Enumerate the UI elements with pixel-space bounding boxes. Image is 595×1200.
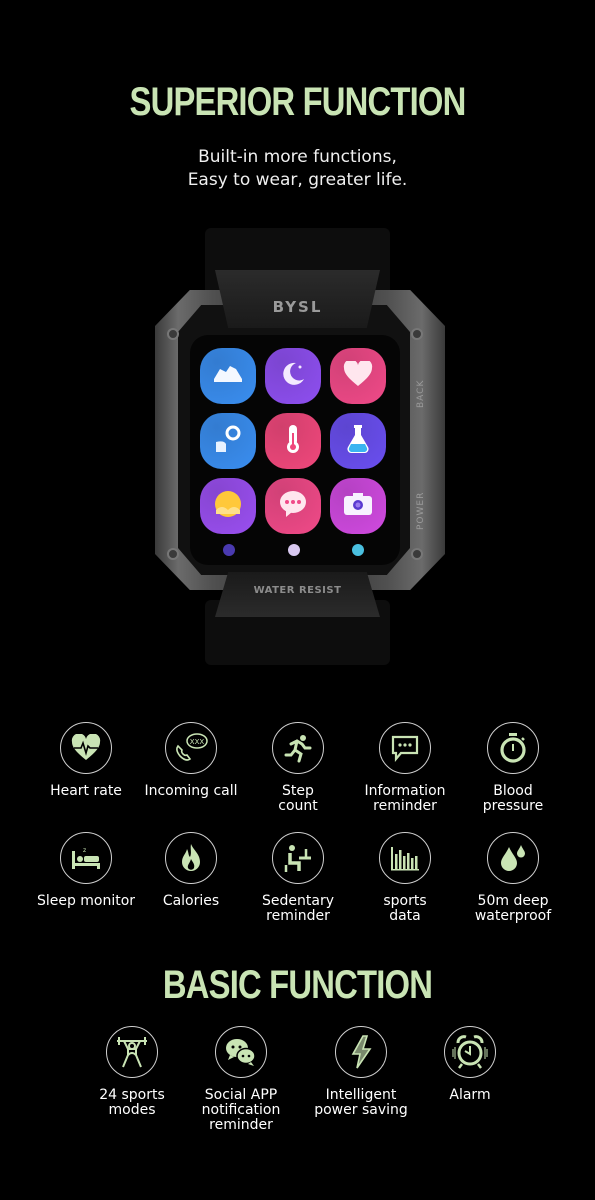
- feature-item: z Sleep monitor: [31, 832, 141, 909]
- app-message[interactable]: [265, 478, 321, 534]
- feature-icon-circle: [60, 722, 112, 774]
- app-camera[interactable]: [330, 478, 386, 534]
- feature-label: Blood pressure: [482, 783, 544, 814]
- screw: [167, 548, 179, 560]
- stopwatch-icon: [498, 732, 528, 764]
- feature-icon-circle: z: [60, 832, 112, 884]
- feature-item: Social APP notification reminder: [186, 1026, 296, 1133]
- app-dumbbell-arm[interactable]: [200, 413, 256, 469]
- heart-icon: [343, 359, 373, 391]
- incoming-call-icon: XXX: [173, 732, 209, 764]
- power-button-label: POWER: [416, 491, 426, 530]
- feature-item: XXX Incoming call: [136, 722, 246, 799]
- sneaker-icon: [212, 363, 244, 389]
- weightlifting-icon: [115, 1034, 149, 1070]
- feature-label: Calories: [162, 893, 220, 909]
- feature-item: Blood pressure: [458, 722, 568, 814]
- svg-text:XXX: XXX: [190, 738, 205, 746]
- heart-rate-icon: [71, 734, 101, 762]
- feature-item: Calories: [136, 832, 246, 909]
- sleep-bed-icon: z: [70, 845, 102, 871]
- basic-function-title: BASIC FUNCTION: [162, 963, 433, 1007]
- photos-icon: [212, 488, 244, 524]
- feature-label: Intelligent power saving: [314, 1087, 408, 1118]
- flame-icon: [178, 842, 204, 874]
- app-flask[interactable]: [330, 413, 386, 469]
- compass-icon[interactable]: [223, 544, 235, 556]
- svg-text:z: z: [83, 847, 86, 854]
- watch-brand: BYSL: [272, 298, 323, 316]
- feature-label: Incoming call: [144, 783, 238, 799]
- message-icon: [390, 734, 420, 762]
- app-moon[interactable]: [265, 348, 321, 404]
- feature-item: sports data: [350, 832, 460, 924]
- flask-icon: [345, 424, 371, 458]
- feature-label: Heart rate: [50, 783, 122, 799]
- feature-label: sports data: [383, 893, 427, 924]
- feature-icon-circle: [487, 722, 539, 774]
- feature-item: Intelligent power saving: [306, 1026, 416, 1118]
- feature-item: Alarm: [415, 1026, 525, 1103]
- feature-icon-circle: [106, 1026, 158, 1078]
- feature-label: 24 sports modes: [99, 1087, 165, 1118]
- feature-item: Heart rate: [31, 722, 141, 799]
- sitting-icon: [283, 843, 313, 873]
- feature-label: Alarm: [449, 1087, 491, 1103]
- feature-icon-circle: [272, 722, 324, 774]
- feature-item: Information reminder: [350, 722, 460, 814]
- feature-icon-circle: [379, 832, 431, 884]
- thermometer-icon: [282, 423, 304, 459]
- app-heart[interactable]: [330, 348, 386, 404]
- running-icon: [283, 733, 313, 763]
- bar-chart-icon: [389, 844, 421, 872]
- app-photos[interactable]: [200, 478, 256, 534]
- camera-icon: [342, 491, 374, 521]
- feature-icon-circle: [335, 1026, 387, 1078]
- feature-item: 24 sports modes: [77, 1026, 187, 1118]
- feature-icon-circle: [165, 832, 217, 884]
- feature-icon-circle: [215, 1026, 267, 1078]
- superior-function-title: SUPERIOR FUNCTION: [129, 80, 467, 124]
- feature-icon-circle: [487, 832, 539, 884]
- subtitle: Built-in more functions, Easy to wear, g…: [0, 146, 595, 192]
- feature-label: Information reminder: [364, 783, 446, 814]
- water-resist-label: WATER RESIST: [253, 585, 342, 596]
- feature-item: 50m deep waterproof: [458, 832, 568, 924]
- feature-label: Sleep monitor: [36, 893, 136, 909]
- feature-label: Sedentary reminder: [262, 893, 334, 924]
- feature-label: Social APP notification reminder: [201, 1087, 281, 1133]
- moon-icon: [278, 359, 308, 393]
- alarm-clock-icon: [450, 1034, 490, 1070]
- feature-item: Sedentary reminder: [243, 832, 353, 924]
- water-drop-icon: [498, 843, 528, 873]
- chat-bubbles-icon: [223, 1036, 259, 1068]
- subtitle-line-1: Built-in more functions,: [198, 147, 397, 167]
- feature-icon-circle: XXX: [165, 722, 217, 774]
- screw: [411, 328, 423, 340]
- feature-icon-circle: [444, 1026, 496, 1078]
- subtitle-line-2: Easy to wear, greater life.: [187, 170, 408, 190]
- sparkle-icon[interactable]: [288, 544, 300, 556]
- feature-icon-circle: [379, 722, 431, 774]
- lightning-icon: [349, 1035, 373, 1069]
- screw: [167, 328, 179, 340]
- back-button-label: BACK: [416, 379, 426, 408]
- message-icon: [277, 489, 309, 523]
- clock-icon[interactable]: [352, 544, 364, 556]
- app-thermometer[interactable]: [265, 413, 321, 469]
- feature-label: 50m deep waterproof: [474, 893, 552, 924]
- feature-item: Step count: [243, 722, 353, 814]
- screw: [411, 548, 423, 560]
- dumbbell-arm-icon: [213, 424, 243, 458]
- app-sneaker[interactable]: [200, 348, 256, 404]
- feature-label: Step count: [278, 783, 318, 814]
- feature-icon-circle: [272, 832, 324, 884]
